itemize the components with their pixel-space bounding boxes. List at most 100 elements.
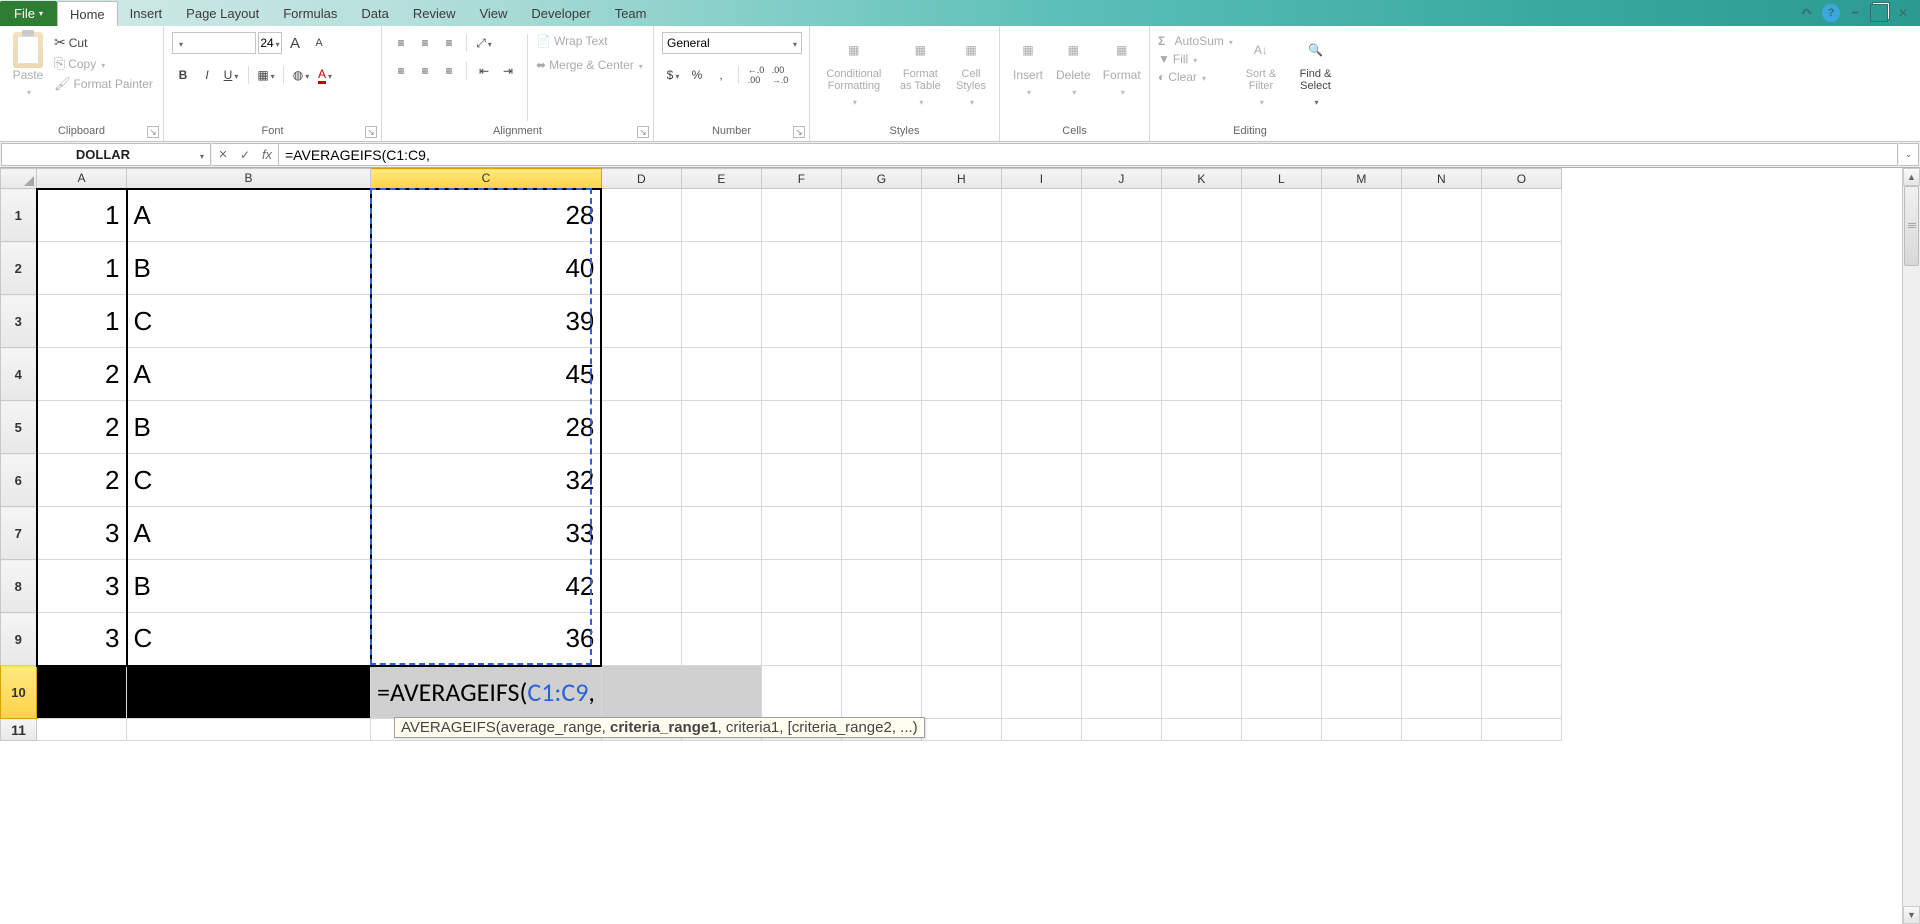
cell-M2[interactable] xyxy=(1321,242,1401,295)
cell-F8[interactable] xyxy=(761,560,841,613)
cell-H8[interactable] xyxy=(921,560,1001,613)
cell-B6[interactable]: C xyxy=(127,454,371,507)
row-header-6[interactable]: 6 xyxy=(1,454,37,507)
cell-N8[interactable] xyxy=(1401,560,1481,613)
row-header-7[interactable]: 7 xyxy=(1,507,37,560)
tab-review[interactable]: Review xyxy=(401,1,468,26)
tab-insert[interactable]: Insert xyxy=(118,1,175,26)
cell-H6[interactable] xyxy=(921,454,1001,507)
cell-D10[interactable] xyxy=(601,666,681,719)
bold-button[interactable]: B xyxy=(172,64,194,86)
cell-G1[interactable] xyxy=(841,189,921,242)
cell-K3[interactable] xyxy=(1161,295,1241,348)
minimize-ribbon-icon[interactable] xyxy=(1798,4,1816,22)
cell-L2[interactable] xyxy=(1241,242,1321,295)
cell-A3[interactable]: 1 xyxy=(37,295,127,348)
cell-I3[interactable] xyxy=(1001,295,1081,348)
cell-L3[interactable] xyxy=(1241,295,1321,348)
cell-B2[interactable]: B xyxy=(127,242,371,295)
insert-function-button[interactable]: fx xyxy=(256,144,278,165)
cell-C2[interactable]: 40 xyxy=(371,242,602,295)
align-center-button[interactable]: ≡ xyxy=(414,60,436,82)
cell-O1[interactable] xyxy=(1481,189,1561,242)
row-header-10[interactable]: 10 xyxy=(1,666,37,719)
cell-O11[interactable] xyxy=(1481,719,1561,741)
cell-F2[interactable] xyxy=(761,242,841,295)
cell-D5[interactable] xyxy=(601,401,681,454)
select-all-corner[interactable] xyxy=(1,169,37,189)
cell-N5[interactable] xyxy=(1401,401,1481,454)
cell-C4[interactable]: 45 xyxy=(371,348,602,401)
align-right-button[interactable]: ≡ xyxy=(438,60,460,82)
font-launcher-icon[interactable] xyxy=(365,126,377,138)
cell-J6[interactable] xyxy=(1081,454,1161,507)
cell-L11[interactable] xyxy=(1241,719,1321,741)
cell-D7[interactable] xyxy=(601,507,681,560)
cell-K5[interactable] xyxy=(1161,401,1241,454)
expand-formula-bar-icon[interactable]: ⌄ xyxy=(1899,143,1919,166)
comma-button[interactable]: , xyxy=(710,64,732,86)
font-size-combo[interactable]: 24 xyxy=(258,32,282,54)
cell-F5[interactable] xyxy=(761,401,841,454)
clipboard-launcher-icon[interactable] xyxy=(147,126,159,138)
cell-G4[interactable] xyxy=(841,348,921,401)
format-cells-button[interactable]: ▦Format xyxy=(1099,32,1145,100)
cell-K7[interactable] xyxy=(1161,507,1241,560)
cell-F3[interactable] xyxy=(761,295,841,348)
decrease-decimal-button[interactable]: .00→.0 xyxy=(769,64,791,86)
cancel-formula-button[interactable] xyxy=(212,144,234,165)
cell-D1[interactable] xyxy=(601,189,681,242)
cell-J4[interactable] xyxy=(1081,348,1161,401)
cell-F9[interactable] xyxy=(761,613,841,666)
cell-M6[interactable] xyxy=(1321,454,1401,507)
cell-C1[interactable]: 28 xyxy=(371,189,602,242)
cell-H1[interactable] xyxy=(921,189,1001,242)
cell-K11[interactable] xyxy=(1161,719,1241,741)
cell-M3[interactable] xyxy=(1321,295,1401,348)
cell-M7[interactable] xyxy=(1321,507,1401,560)
cell-M10[interactable] xyxy=(1321,666,1401,719)
cell-G8[interactable] xyxy=(841,560,921,613)
cell-A8[interactable]: 3 xyxy=(37,560,127,613)
cell-K4[interactable] xyxy=(1161,348,1241,401)
cell-E4[interactable] xyxy=(681,348,761,401)
cell-J1[interactable] xyxy=(1081,189,1161,242)
cell-N10[interactable] xyxy=(1401,666,1481,719)
cell-N7[interactable] xyxy=(1401,507,1481,560)
row-header-1[interactable]: 1 xyxy=(1,189,37,242)
cell-F10[interactable] xyxy=(761,666,841,719)
enter-formula-button[interactable] xyxy=(234,144,256,165)
cell-K2[interactable] xyxy=(1161,242,1241,295)
cell-O9[interactable] xyxy=(1481,613,1561,666)
cell-D3[interactable] xyxy=(601,295,681,348)
cell-H3[interactable] xyxy=(921,295,1001,348)
currency-button[interactable]: $ xyxy=(662,64,684,86)
cell-M8[interactable] xyxy=(1321,560,1401,613)
cell-E6[interactable] xyxy=(681,454,761,507)
cell-A2[interactable]: 1 xyxy=(37,242,127,295)
cell-F4[interactable] xyxy=(761,348,841,401)
cell-L7[interactable] xyxy=(1241,507,1321,560)
vertical-scrollbar[interactable]: ▲ ▼ xyxy=(1902,168,1920,924)
cell-B10[interactable] xyxy=(127,666,371,719)
cell-H5[interactable] xyxy=(921,401,1001,454)
cell-A9[interactable]: 3 xyxy=(37,613,127,666)
cell-O4[interactable] xyxy=(1481,348,1561,401)
cell-A1[interactable]: 1 xyxy=(37,189,127,242)
cell-N1[interactable] xyxy=(1401,189,1481,242)
minimize-window-icon[interactable] xyxy=(1846,4,1864,22)
merge-center-button[interactable]: ⬌Merge & Center xyxy=(536,56,643,74)
grow-font-button[interactable]: A xyxy=(284,32,306,54)
cell-O7[interactable] xyxy=(1481,507,1561,560)
cell-N11[interactable] xyxy=(1401,719,1481,741)
orientation-button[interactable]: ⤢ xyxy=(473,32,495,54)
cell-A5[interactable]: 2 xyxy=(37,401,127,454)
font-name-combo[interactable] xyxy=(172,32,256,54)
font-color-button[interactable]: A xyxy=(314,64,336,86)
scroll-up-icon[interactable]: ▲ xyxy=(1903,168,1920,186)
cell-O3[interactable] xyxy=(1481,295,1561,348)
cell-I1[interactable] xyxy=(1001,189,1081,242)
alignment-launcher-icon[interactable] xyxy=(637,126,649,138)
sort-filter-button[interactable]: A↓Sort & Filter xyxy=(1237,32,1285,110)
cell-G5[interactable] xyxy=(841,401,921,454)
